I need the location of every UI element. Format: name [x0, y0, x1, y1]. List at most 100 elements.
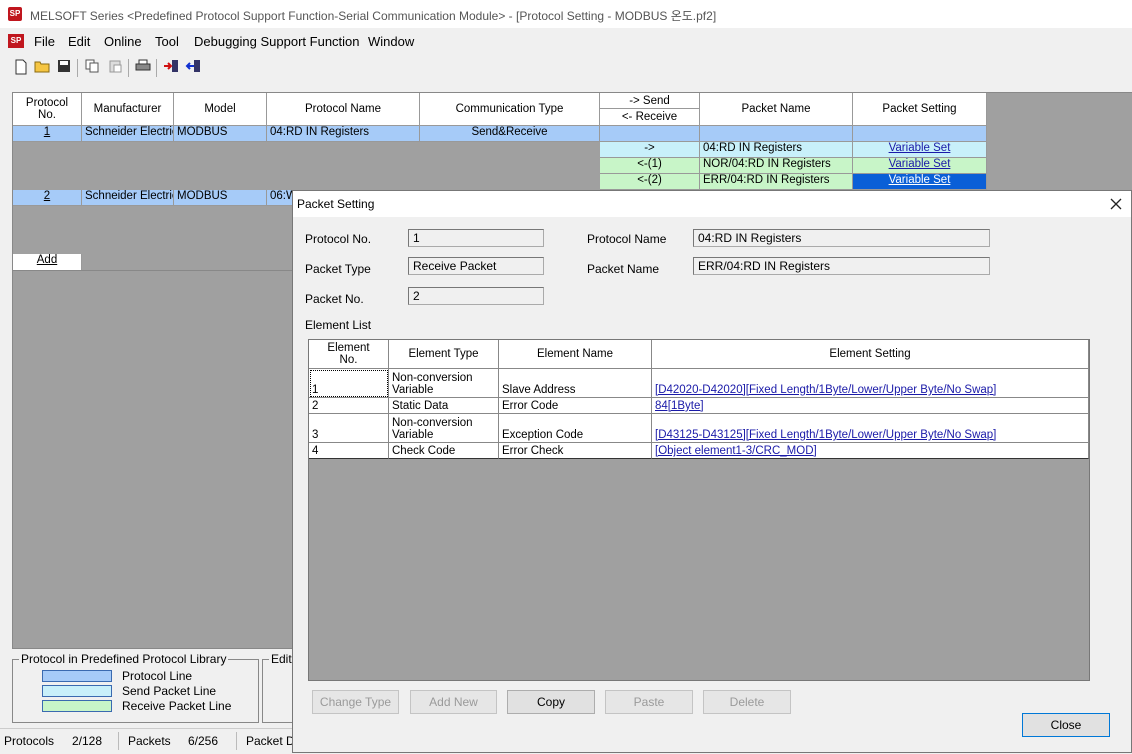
element-3-type[interactable]: Non-conversion Variable — [389, 414, 499, 443]
header-receive: <- Receive — [600, 109, 700, 126]
protocol-1-comm-type[interactable]: Send&Receive — [420, 126, 600, 142]
system-menu-icon[interactable]: SP — [8, 34, 24, 48]
legend-group: Protocol in Predefined Protocol Library … — [12, 652, 259, 723]
legend-receive-packet-line: Receive Packet Line — [122, 699, 232, 713]
legend-send-packet-line: Send Packet Line — [122, 684, 217, 698]
protocol-2-model[interactable]: MODBUS — [174, 190, 267, 206]
header-communication-type: Communication Type — [420, 93, 600, 126]
element-1-no[interactable]: 1 — [309, 369, 389, 398]
edit-group — [262, 659, 293, 723]
element-2-setting-link[interactable]: 84[1Byte] — [652, 398, 1089, 414]
status-packets-count: 6/256 — [188, 734, 219, 748]
element-2-no[interactable]: 2 — [309, 398, 389, 414]
protocol-name-label: Protocol Name — [587, 232, 667, 246]
window-title: MELSOFT Series <Predefined Protocol Supp… — [30, 9, 717, 23]
protocol-1-model[interactable]: MODBUS — [174, 126, 267, 142]
col-element-no: Element No. — [309, 340, 389, 369]
element-1-setting-link[interactable]: [D42020-D42020][Fixed Length/1Byte/Lower… — [652, 369, 1089, 398]
element-2-type[interactable]: Static Data — [389, 398, 499, 414]
legend-protocol-line: Protocol Line — [122, 669, 193, 683]
packet-2-variable-set-link[interactable]: Variable Set — [853, 158, 987, 174]
element-4-type[interactable]: Check Code — [389, 443, 499, 459]
element-list-grid: Element No. Element Type Element Name El… — [308, 339, 1090, 681]
element-1-type[interactable]: Non-conversion Variable — [389, 369, 499, 398]
title-bar: SP MELSOFT Series <Predefined Protocol S… — [0, 0, 1132, 28]
packet-3-variable-set-link[interactable]: Variable Set — [853, 174, 987, 190]
col-element-name: Element Name — [499, 340, 652, 369]
open-folder-icon[interactable] — [33, 59, 51, 77]
read-from-module-icon[interactable] — [184, 59, 202, 77]
new-file-icon[interactable] — [12, 59, 30, 77]
element-4-setting-link[interactable]: [Object element1-3/CRC_MOD] — [652, 443, 1089, 459]
header-manufacturer: Manufacturer — [82, 93, 174, 126]
col-element-type: Element Type — [389, 340, 499, 369]
header-protocol-no: Protocol No. — [13, 93, 82, 126]
element-3-setting-link[interactable]: [D43125-D43125][Fixed Length/1Byte/Lower… — [652, 414, 1089, 443]
menu-edit[interactable]: Edit — [68, 34, 90, 49]
header-packet-setting: Packet Setting — [853, 93, 987, 126]
status-protocols-count: 2/128 — [72, 734, 103, 748]
paste-button[interactable]: Paste — [605, 690, 693, 714]
close-button[interactable]: Close — [1022, 713, 1110, 737]
col-element-setting: Element Setting — [652, 340, 1089, 369]
packet-type-label: Packet Type — [305, 262, 371, 276]
close-icon[interactable] — [1107, 195, 1125, 213]
edit-group-title: Edit — [269, 652, 294, 666]
packet-name-label: Packet Name — [587, 262, 660, 276]
copy-icon[interactable] — [83, 59, 101, 77]
packet-2-name[interactable]: NOR/04:RD IN Registers — [700, 158, 853, 174]
receive-packet-line-swatch — [42, 700, 112, 712]
packet-1-variable-set-link[interactable]: Variable Set — [853, 142, 987, 158]
protocol-1-manufacturer[interactable]: Schneider Electric — [82, 126, 174, 142]
packet-2-direction[interactable]: <-(1) — [600, 158, 700, 174]
paste-icon[interactable] — [106, 59, 124, 77]
protocol-1-no[interactable]: 1 — [13, 126, 82, 142]
add-new-button[interactable]: Add New — [410, 690, 497, 714]
header-packet-name: Packet Name — [700, 93, 853, 126]
protocol-line-swatch — [42, 670, 112, 682]
protocol-1-packet-blank[interactable] — [700, 126, 853, 142]
add-protocol-link[interactable]: Add — [13, 254, 82, 270]
menu-online[interactable]: Online — [104, 34, 142, 49]
delete-button[interactable]: Delete — [703, 690, 791, 714]
protocol-2-no[interactable]: 2 — [13, 190, 82, 206]
header-model: Model — [174, 93, 267, 126]
protocol-1-send-blank[interactable] — [600, 126, 700, 142]
element-2-name[interactable]: Error Code — [499, 398, 652, 414]
menu-tool[interactable]: Tool — [155, 34, 179, 49]
protocol-1-name[interactable]: 04:RD IN Registers — [267, 126, 420, 142]
protocol-1-setting-blank[interactable] — [853, 126, 987, 142]
packet-1-direction[interactable]: -> — [600, 142, 700, 158]
write-to-module-icon[interactable] — [162, 59, 180, 77]
protocol-no-label: Protocol No. — [305, 232, 372, 246]
change-type-button[interactable]: Change Type — [312, 690, 399, 714]
save-icon[interactable] — [55, 59, 73, 77]
packet-3-direction[interactable]: <-(2) — [600, 174, 700, 190]
protocol-no-field: 1 — [408, 229, 544, 247]
menu-window[interactable]: Window — [368, 34, 414, 49]
packet-1-name[interactable]: 04:RD IN Registers — [700, 142, 853, 158]
send-packet-line-swatch — [42, 685, 112, 697]
element-3-no[interactable]: 3 — [309, 414, 389, 443]
melsoft-icon: SP — [8, 7, 22, 21]
status-packet-d-label: Packet D — [246, 734, 295, 748]
menu-file[interactable]: File — [34, 34, 55, 49]
element-4-name[interactable]: Error Check — [499, 443, 652, 459]
toolbar — [0, 56, 220, 80]
legend-title: Protocol in Predefined Protocol Library — [19, 652, 229, 666]
element-4-no[interactable]: 4 — [309, 443, 389, 459]
packet-3-name[interactable]: ERR/04:RD IN Registers — [700, 174, 853, 190]
protocol-2-manufacturer[interactable]: Schneider Electric — [82, 190, 174, 206]
packet-type-field: Receive Packet — [408, 257, 544, 275]
print-icon[interactable] — [134, 59, 152, 77]
element-3-name[interactable]: Exception Code — [499, 414, 652, 443]
packet-no-label: Packet No. — [305, 292, 364, 306]
dialog-title: Packet Setting — [297, 197, 375, 211]
element-1-name[interactable]: Slave Address — [499, 369, 652, 398]
status-protocols-label: Protocols — [4, 734, 55, 748]
copy-button[interactable]: Copy — [507, 690, 595, 714]
packet-no-field: 2 — [408, 287, 544, 305]
element-list-label: Element List — [305, 318, 372, 332]
menu-debugging-support-function[interactable]: Debugging Support Function — [194, 34, 360, 49]
status-packets-label: Packets — [128, 734, 171, 748]
